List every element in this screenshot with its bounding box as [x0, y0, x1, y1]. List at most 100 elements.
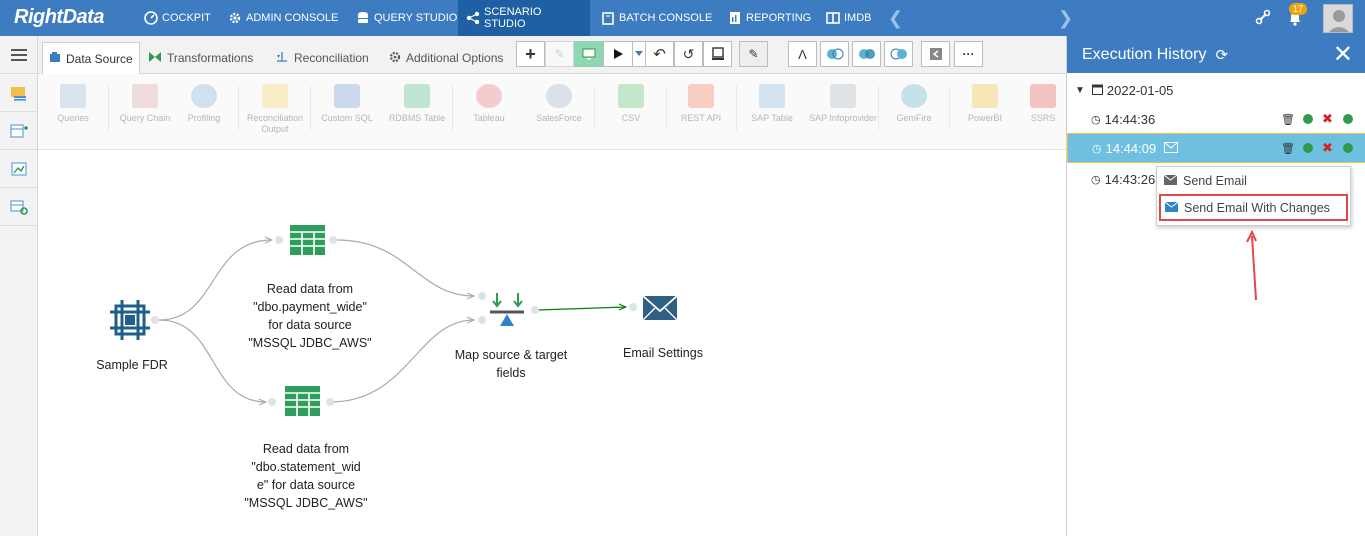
menu-send-email-with-changes[interactable]: Send Email With Changes [1159, 194, 1348, 221]
palette-item-powerbi[interactable]: PowerBI [950, 84, 1020, 124]
node-map-fields-label[interactable]: Map source & target fields [436, 346, 586, 382]
node-sample-fdr-label[interactable]: Sample FDR [82, 356, 182, 374]
label-line: "dbo.statement_wid [251, 460, 361, 474]
undo-icon: ↶ [653, 46, 666, 63]
palette-item-salesforce[interactable]: SalesForce [524, 84, 594, 124]
join-inner-icon [858, 49, 875, 59]
pencil-icon: ✎ [554, 47, 565, 61]
ellipsis-icon: ··· [962, 47, 975, 61]
edit-disabled-button[interactable]: ✎ [545, 41, 574, 67]
gear-icon [389, 51, 401, 66]
add-table-icon[interactable] [0, 112, 38, 150]
chevron-right-icon[interactable]: ❯ [1058, 8, 1073, 29]
nav-imdb[interactable]: IMDB [818, 0, 880, 36]
node-read-statement-label[interactable]: Read data from "dbo.statement_wid e" for… [224, 440, 388, 512]
gear-icon [228, 11, 242, 25]
caret-down-icon: ▼ [1075, 84, 1085, 96]
tab-transformations[interactable]: Transformations [142, 42, 259, 74]
tableau-icon [476, 84, 502, 108]
tab-label: Data Source [66, 51, 133, 66]
collapse-button[interactable] [921, 41, 950, 67]
hamburger-menu-icon[interactable] [0, 36, 38, 74]
label-line: "dbo.payment_wide" [253, 300, 367, 314]
folder-tree-icon[interactable] [0, 74, 38, 112]
csv-icon [618, 84, 644, 108]
tab-data-source[interactable]: Data Source [42, 42, 140, 74]
tab-reconciliation[interactable]: Reconciliation [269, 42, 375, 74]
image-chart-icon[interactable] [0, 150, 38, 188]
palette-item-ssrs[interactable]: SSRS [1020, 84, 1066, 124]
profiling-icon [191, 84, 217, 108]
node-email-settings-label[interactable]: Email Settings [608, 344, 718, 362]
history-button[interactable]: ↺ [674, 41, 703, 67]
join-right-icon [890, 48, 907, 60]
undo-button[interactable]: ↶ [645, 41, 674, 67]
tab-label: Reconciliation [294, 51, 369, 65]
palette-item-sap-table[interactable]: SAP Table [737, 84, 807, 124]
date-group-row[interactable]: ▼ 2022-01-05 [1067, 75, 1365, 105]
link-icon[interactable] [1255, 8, 1271, 29]
join-right-button[interactable] [884, 41, 913, 67]
palette-label: Queries [57, 113, 89, 123]
flow-canvas[interactable]: Sample FDR Read data from "dbo.payment_w… [38, 150, 1066, 536]
nav-cockpit[interactable]: COCKPIT [136, 0, 219, 36]
trash-icon[interactable]: 🗑 [1281, 113, 1295, 126]
chevron-left-icon[interactable]: ❮ [888, 8, 903, 29]
run-row-selected[interactable]: ◷ 14:44:09 🗑 ✖ [1067, 133, 1365, 163]
nav-scenario-studio[interactable]: SCENARIO STUDIO [458, 0, 590, 36]
table-settings-icon[interactable] [0, 188, 38, 226]
palette-item-queries[interactable]: Queries [38, 84, 108, 124]
node-read-payment-label[interactable]: Read data from "dbo.payment_wide" for da… [228, 280, 392, 352]
scale-icon [275, 51, 289, 66]
status-dot-icon [1343, 143, 1353, 153]
tab-label: Additional Options [406, 51, 504, 65]
palette-label: PowerBI [967, 113, 1002, 123]
palette-item-sap-infoprovider[interactable]: SAP Infoprovider [808, 84, 878, 124]
palette-item-profiling[interactable]: Profiling [169, 84, 239, 124]
date-label: 2022-01-05 [1106, 82, 1174, 98]
sap-table-icon [759, 84, 785, 108]
palette-label: CSV [621, 113, 641, 123]
palette-item-rest-api[interactable]: REST API [666, 84, 736, 124]
edit-button[interactable]: ✎ [739, 41, 768, 67]
run-button[interactable] [603, 41, 633, 67]
trash-icon[interactable]: 🗑 [1281, 142, 1295, 155]
join-left-button[interactable] [820, 41, 849, 67]
refresh-icon[interactable]: ⟳ [1216, 46, 1229, 64]
clock-icon: ◷ [1091, 113, 1101, 126]
label-line: Read data from [262, 442, 350, 456]
envelope-icon[interactable] [1164, 141, 1179, 156]
export-button[interactable] [703, 41, 732, 67]
logo[interactable]: RightData [14, 6, 104, 29]
nav-reporting[interactable]: REPORTING [720, 0, 819, 36]
palette-item-gemfire[interactable]: GemFire [879, 84, 949, 124]
palette-item-custom-sql[interactable]: Custom SQL [312, 84, 382, 124]
run-row[interactable]: ◷ 14:44:36 🗑 ✖ [1067, 104, 1365, 134]
nav-admin-console[interactable]: ADMIN CONSOLE [220, 0, 346, 36]
add-button[interactable]: + [516, 41, 545, 67]
left-sidebar [0, 36, 38, 536]
ssrs-icon [1030, 84, 1056, 108]
tab-additional-options[interactable]: Additional Options [383, 42, 509, 74]
palette-item-tableau[interactable]: Tableau [454, 84, 524, 124]
run-options-dropdown[interactable] [632, 41, 646, 67]
close-icon[interactable]: ✕ [1333, 40, 1353, 69]
palette-item-csv[interactable]: CSV [596, 84, 666, 124]
run-time: 14:43:26 [1104, 171, 1156, 187]
menu-send-email[interactable]: Send Email [1157, 167, 1350, 194]
label-line: Map source & target [454, 348, 568, 362]
gauge-icon [144, 11, 158, 25]
avatar[interactable] [1323, 4, 1353, 33]
datasource-icon [49, 51, 61, 66]
expression-button[interactable]: Λ [788, 41, 817, 67]
palette-label: SAP Infoprovider [809, 113, 877, 123]
nav-batch-console[interactable]: BATCH CONSOLE [593, 0, 720, 36]
annotation-arrow [1246, 229, 1257, 301]
more-button[interactable]: ··· [954, 41, 983, 67]
join-inner-button[interactable] [852, 41, 881, 67]
palette-item-rdbms-table[interactable]: RDBMS Table [382, 84, 452, 124]
nav-query-studio[interactable]: QUERY STUDIO [348, 0, 465, 36]
monitor-button[interactable] [574, 41, 603, 67]
palette-item-reconciliation-output[interactable]: Reconciliation Output [240, 84, 310, 135]
bowtie-icon [148, 51, 162, 66]
